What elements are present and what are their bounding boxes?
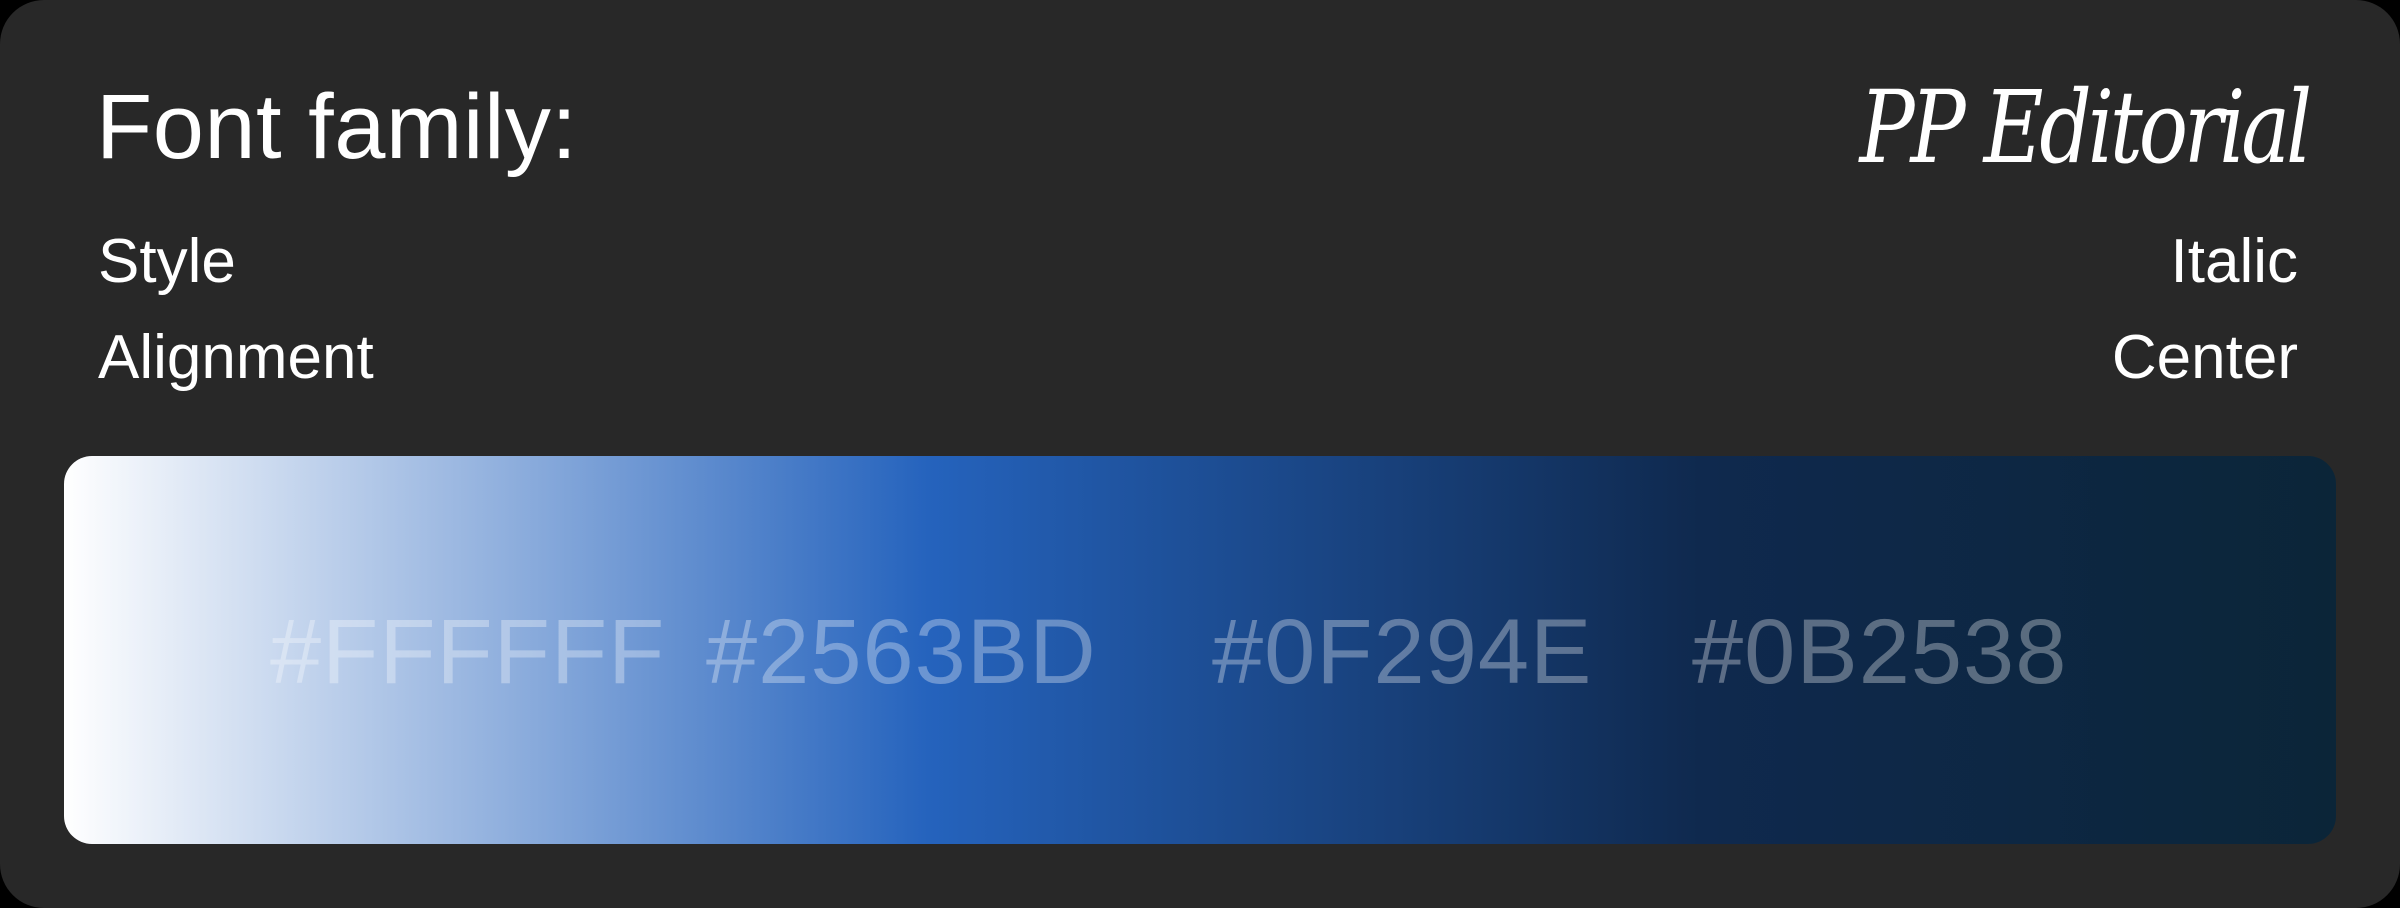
color-codes: #FFFFFF #2563BD #0F294E #0B2538: [64, 456, 2336, 844]
color-code-dark-navy: #0B2538: [1692, 601, 2068, 703]
font-family-label: Font family:: [96, 76, 578, 178]
alignment-value: Center: [2111, 323, 2298, 392]
color-code-white: #FFFFFF: [270, 601, 666, 703]
color-code-navy: #0F294E: [1212, 601, 1593, 703]
color-code-blue: #2563BD: [706, 601, 1097, 703]
style-label: Style: [98, 227, 236, 296]
alignment-label: Alignment: [98, 323, 374, 392]
gradient-swatch: #FFFFFF #2563BD #0F294E #0B2538: [64, 456, 2336, 844]
style-value: Italic: [2170, 227, 2298, 296]
font-family-value: PP Editorial: [1859, 69, 2312, 186]
font-spec-card: Font family: PP Editorial Style Italic A…: [0, 0, 2400, 908]
